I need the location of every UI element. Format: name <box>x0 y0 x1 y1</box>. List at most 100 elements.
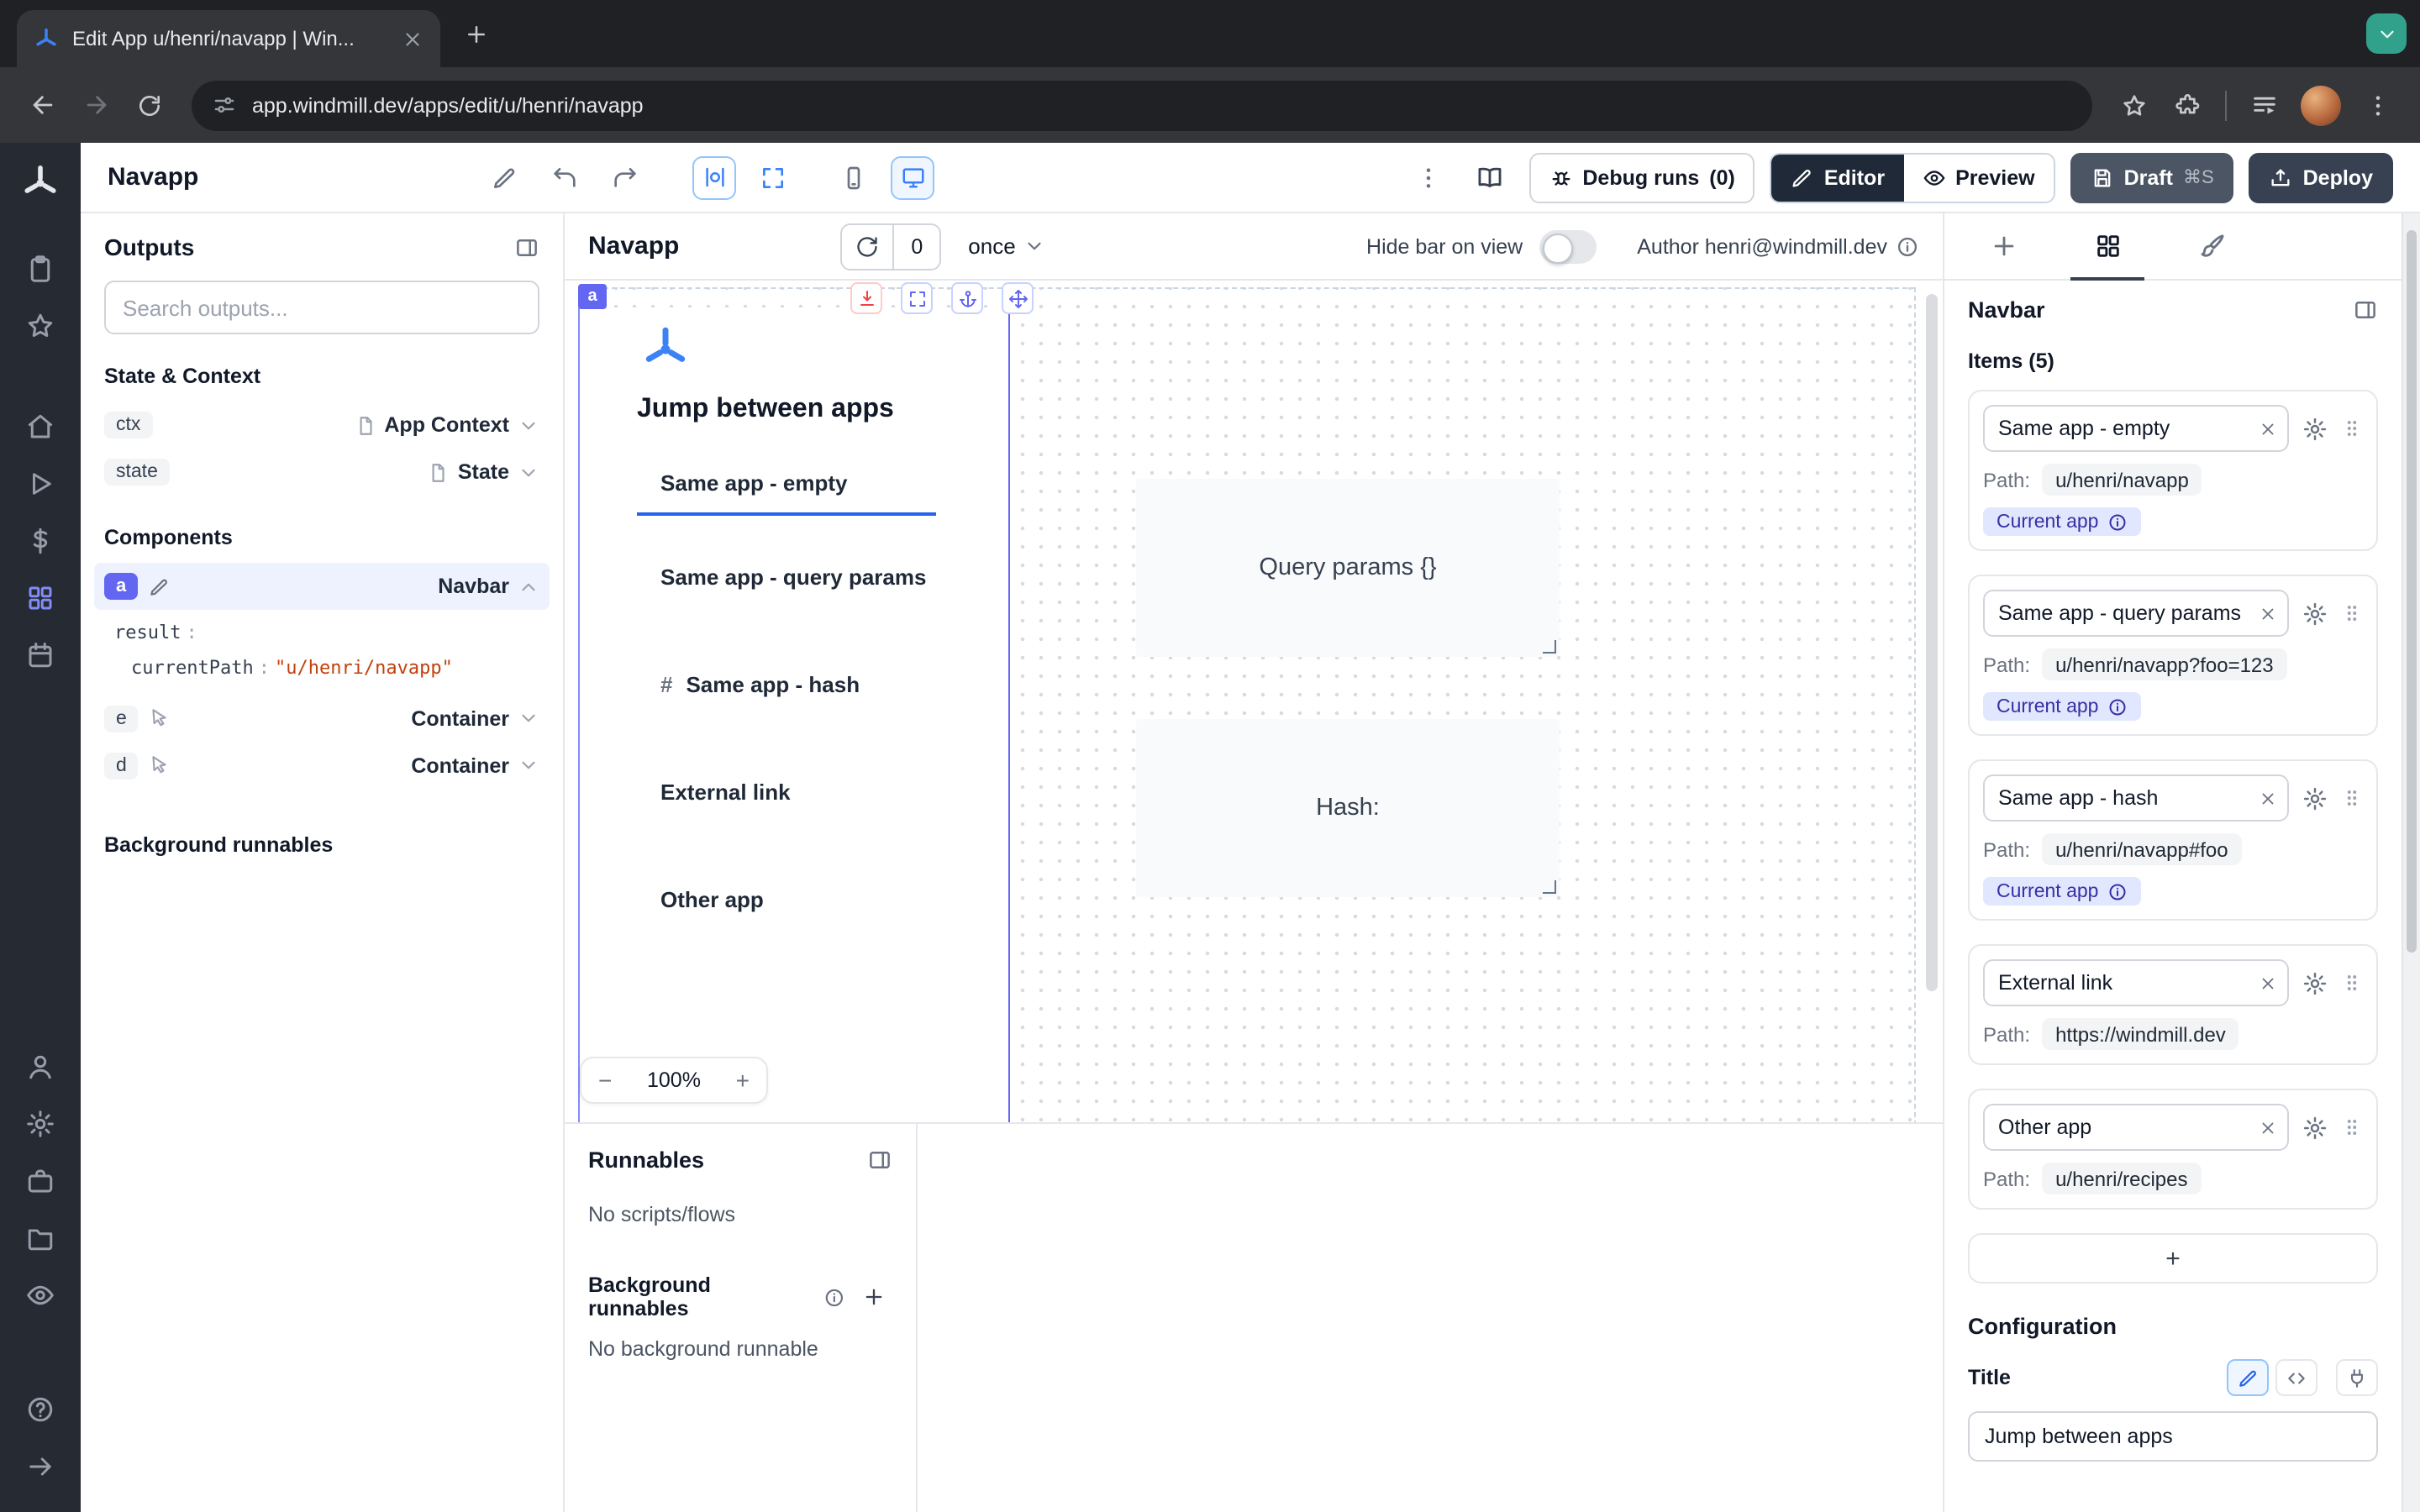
chevron-down-icon[interactable] <box>518 461 539 483</box>
move-component-button[interactable] <box>1002 282 1034 314</box>
path-value[interactable]: u/henri/navapp?foo=123 <box>2042 648 2287 680</box>
tab-insert-component[interactable] <box>1951 213 2055 279</box>
folders-icon[interactable] <box>25 1223 55 1253</box>
preview-tab[interactable]: Preview <box>1903 154 2054 201</box>
resources-icon[interactable] <box>25 583 55 613</box>
add-item-button[interactable]: + <box>1968 1233 2378 1284</box>
undo-button[interactable] <box>541 154 588 201</box>
extensions-button[interactable] <box>2163 80 2213 130</box>
item-label-input[interactable]: Same app - query params <box>1983 590 2289 637</box>
nav-item-same-app-empty[interactable]: Same app - empty <box>637 465 988 499</box>
item-label-input[interactable]: External link <box>1983 959 2289 1006</box>
windmill-logo[interactable] <box>20 163 60 203</box>
ctx-row[interactable]: ctx App Context <box>104 402 539 449</box>
info-icon[interactable] <box>1896 234 1919 258</box>
fullscreen-canvas-button[interactable] <box>750 154 797 201</box>
item-settings-icon[interactable] <box>2302 785 2328 811</box>
page-scrollbar[interactable] <box>2402 213 2420 1512</box>
tab-search-button[interactable] <box>2366 13 2407 54</box>
canvas-scrollbar[interactable] <box>1926 294 1938 991</box>
panel-icon[interactable] <box>867 1147 892 1173</box>
item-label-input[interactable]: Other app <box>1983 1104 2289 1151</box>
app-canvas[interactable]: a Jump between apps <box>565 281 1943 1122</box>
tab-component-settings[interactable] <box>2055 213 2160 279</box>
static-input-button[interactable] <box>2227 1359 2269 1396</box>
site-settings-icon[interactable] <box>212 92 237 118</box>
browser-menu-button[interactable] <box>2353 80 2403 130</box>
remove-item-icon[interactable] <box>2259 604 2277 622</box>
path-value[interactable]: u/henri/navapp#foo <box>2042 833 2242 865</box>
item-settings-icon[interactable] <box>2302 416 2328 441</box>
item-label-input[interactable]: Same app - empty <box>1983 405 2289 452</box>
item-settings-icon[interactable] <box>2302 970 2328 995</box>
drag-handle-icon[interactable] <box>2341 1114 2363 1141</box>
docs-button[interactable] <box>1466 154 1513 201</box>
chevron-up-icon[interactable] <box>518 575 539 597</box>
state-row[interactable]: state State <box>104 449 539 496</box>
path-value[interactable]: u/henri/recipes <box>2042 1163 2201 1194</box>
deploy-button[interactable]: Deploy <box>2249 152 2393 202</box>
anchor-component-button[interactable] <box>951 282 983 314</box>
code-input-button[interactable] <box>2275 1359 2317 1396</box>
info-icon[interactable] <box>2107 696 2127 717</box>
collapse-rail-icon[interactable] <box>25 1452 55 1482</box>
center-layout-toggle[interactable] <box>692 155 736 199</box>
forward-button[interactable] <box>71 80 121 130</box>
resize-handle[interactable] <box>1543 640 1556 654</box>
reload-button[interactable] <box>124 80 175 130</box>
panel-icon[interactable] <box>514 234 539 260</box>
rename-app-button[interactable] <box>481 154 528 201</box>
scrollbar-thumb[interactable] <box>2407 230 2417 953</box>
resize-handle[interactable] <box>1543 880 1556 894</box>
info-icon[interactable] <box>824 1286 846 1308</box>
redo-button[interactable] <box>602 154 649 201</box>
settings-icon[interactable] <box>25 1109 55 1139</box>
drag-handle-icon[interactable] <box>2341 785 2363 811</box>
path-value[interactable]: u/henri/navapp <box>2042 464 2202 496</box>
schedules-icon[interactable] <box>25 640 55 670</box>
refresh-button[interactable] <box>842 224 892 268</box>
chevron-down-icon[interactable] <box>518 414 539 436</box>
item-settings-icon[interactable] <box>2302 601 2328 626</box>
panel-icon[interactable] <box>2353 297 2378 323</box>
browser-tab[interactable]: Edit App u/henri/navapp | Win... <box>17 10 440 67</box>
info-icon[interactable] <box>2107 881 2127 901</box>
remove-item-icon[interactable] <box>2259 1118 2277 1137</box>
workers-icon[interactable] <box>25 1166 55 1196</box>
nav-item-query-params[interactable]: Same app - query params <box>637 559 988 593</box>
editor-tab[interactable]: Editor <box>1772 154 1903 201</box>
home-icon[interactable] <box>25 412 55 442</box>
tab-close-icon[interactable] <box>402 28 424 50</box>
new-tab-button[interactable] <box>454 12 497 55</box>
variables-icon[interactable] <box>25 526 55 556</box>
favorites-icon[interactable] <box>25 311 55 341</box>
pencil-icon[interactable] <box>148 575 170 597</box>
media-queue-button[interactable] <box>2238 80 2289 130</box>
query-params-container[interactable]: Query params {} <box>1136 479 1560 657</box>
audit-logs-icon[interactable] <box>25 1280 55 1310</box>
bookmark-button[interactable] <box>2109 80 2160 130</box>
debug-runs-button[interactable]: Debug runs (0) <box>1528 152 1754 202</box>
runs-icon[interactable] <box>25 469 55 499</box>
users-icon[interactable] <box>25 1052 55 1082</box>
drag-handle-icon[interactable] <box>2341 600 2363 627</box>
more-options-button[interactable] <box>1404 154 1451 201</box>
component-a-row[interactable]: a Navbar <box>94 563 550 610</box>
info-icon[interactable] <box>2107 512 2127 532</box>
item-label-input[interactable]: Same app - hash <box>1983 774 2289 822</box>
address-bar[interactable]: app.windmill.dev/apps/edit/u/henri/navap… <box>192 80 2092 130</box>
nav-item-external-link[interactable]: External link <box>637 774 988 808</box>
expand-component-button[interactable] <box>901 282 933 314</box>
hide-bar-toggle[interactable] <box>1539 229 1597 263</box>
item-settings-icon[interactable] <box>2302 1115 2328 1140</box>
json-result-line[interactable]: result: <box>114 615 539 651</box>
run-mode-dropdown[interactable]: once <box>968 234 1045 259</box>
chevron-down-icon[interactable] <box>518 708 539 730</box>
drag-handle-icon[interactable] <box>2341 969 2363 996</box>
desktop-view-button[interactable] <box>891 155 934 199</box>
profile-avatar[interactable] <box>2301 85 2341 125</box>
navbar-component[interactable]: Jump between apps Same app - empty Same … <box>578 307 1010 1122</box>
mobile-view-button[interactable] <box>830 154 877 201</box>
chevron-down-icon[interactable] <box>518 755 539 777</box>
search-outputs-input[interactable] <box>104 281 539 334</box>
